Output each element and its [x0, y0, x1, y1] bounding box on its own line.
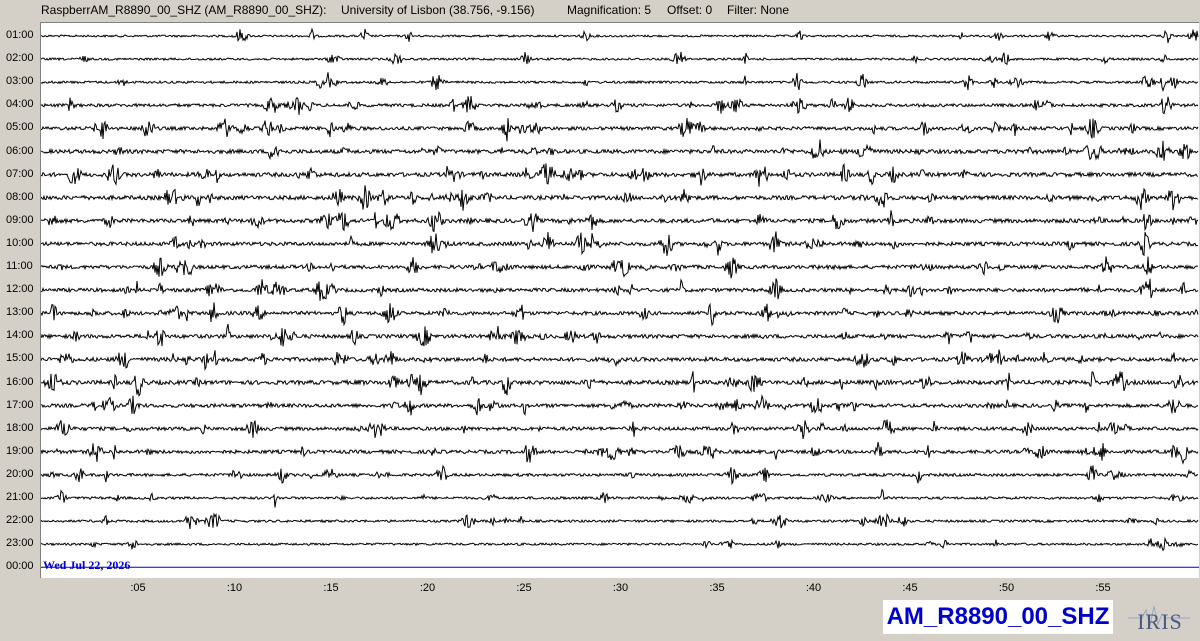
- station-title: RaspberrAM_R8890_00_SHZ (AM_R8890_00_SHZ…: [41, 3, 327, 17]
- seismogram-trace-row: [41, 27, 1199, 44]
- iris-logo: IRIS: [1122, 596, 1196, 636]
- hour-label: 11:00: [6, 260, 33, 272]
- seismogram-trace-row: [41, 117, 1199, 142]
- logo-text: IRIS: [1137, 609, 1183, 634]
- helicorder-plot[interactable]: [40, 22, 1199, 578]
- seismogram-trace-row: [41, 72, 1199, 93]
- minute-tick-label: :45: [902, 582, 918, 594]
- seismogram-trace-row: [41, 162, 1199, 187]
- seismogram-trace-row: [41, 51, 1199, 66]
- hour-label: 23:00: [6, 537, 34, 550]
- hour-label: 03:00: [6, 75, 34, 88]
- minute-tick-label: :25: [516, 582, 532, 594]
- filter-readout: Filter: None: [727, 3, 790, 17]
- minute-tick-label: :15: [323, 582, 339, 594]
- seismogram-trace-row: [41, 394, 1199, 416]
- minute-tick-label: :30: [612, 582, 629, 594]
- seismogram-trace-row: [41, 210, 1199, 233]
- seismogram-trace-row: [41, 419, 1199, 440]
- hour-label: 09:00: [6, 213, 34, 226]
- hour-label: 14:00: [6, 329, 34, 342]
- seismogram-trace-row: [41, 536, 1199, 552]
- minute-tick-label: :40: [805, 582, 822, 594]
- hour-label: 08:00: [6, 190, 34, 203]
- minute-tick-label: :50: [998, 582, 1015, 594]
- seismogram-trace-row: [41, 371, 1199, 398]
- hour-label: 10:00: [6, 236, 34, 249]
- channel-label: AM_R8890_00_SHZ: [883, 600, 1113, 634]
- hour-label: 16:00: [6, 375, 34, 388]
- seismogram-trace-row: [41, 139, 1199, 161]
- hour-label: 06:00: [6, 144, 34, 157]
- magnification-readout: Magnification: 5: [567, 3, 652, 17]
- minute-tick-label: :20: [419, 582, 436, 594]
- hour-label: 05:00: [6, 121, 34, 134]
- minute-tick-label: :35: [709, 582, 725, 594]
- minute-tick-label: :55: [1095, 582, 1111, 594]
- seismogram-trace-row: [41, 256, 1198, 279]
- seismogram-trace-row: [41, 323, 1199, 347]
- seismogram-traces: [41, 27, 1199, 568]
- seismogram-trace-row: [41, 441, 1199, 465]
- hour-label: 04:00: [6, 98, 34, 111]
- header-bar: RaspberrAM_R8890_00_SHZ (AM_R8890_00_SHZ…: [0, 0, 1200, 20]
- seismogram-trace-row: [41, 302, 1199, 327]
- hour-label: 22:00: [6, 514, 34, 527]
- seismogram-trace-row: [41, 488, 1199, 508]
- seismogram-trace-row: [41, 95, 1199, 115]
- hour-label: 02:00: [6, 52, 34, 65]
- hour-label: 07:00: [6, 167, 34, 180]
- minute-axis: :05 :10 :15 :20 :25 :30 :35 :40 :45 :50 :55: [40, 578, 1198, 598]
- hour-label: 12:00: [6, 283, 34, 296]
- hour-label: 21:00: [6, 491, 34, 503]
- seismogram-trace-row: [41, 464, 1199, 486]
- seismogram-trace-row: [41, 185, 1199, 211]
- seismogram-trace-row: [41, 349, 1199, 372]
- hour-label: 00:00: [6, 560, 34, 573]
- hour-label: 18:00: [6, 421, 34, 434]
- hour-label: 15:00: [6, 352, 34, 365]
- seismogram-trace-row: [41, 231, 1199, 257]
- hour-label: 19:00: [6, 444, 34, 457]
- minute-tick-label: :05: [130, 582, 146, 594]
- offset-readout: Offset: 0: [667, 3, 713, 17]
- hour-label: 01:00: [6, 29, 34, 41]
- date-label: Wed Jul 22, 2026: [43, 558, 131, 572]
- hour-label: 17:00: [6, 398, 34, 411]
- hour-axis: 01:00 02:00 03:00 04:00 05:00 06:00 07:00 08:00…: [0, 0, 40, 580]
- minute-tick-label: :10: [226, 582, 243, 594]
- seismogram-trace-row: [41, 278, 1199, 301]
- seismogram-trace-row: [41, 512, 1199, 530]
- hour-label: 20:00: [6, 467, 34, 480]
- station-location: University of Lisbon (38.756, -9.156): [341, 3, 535, 17]
- hour-label: 13:00: [6, 306, 34, 319]
